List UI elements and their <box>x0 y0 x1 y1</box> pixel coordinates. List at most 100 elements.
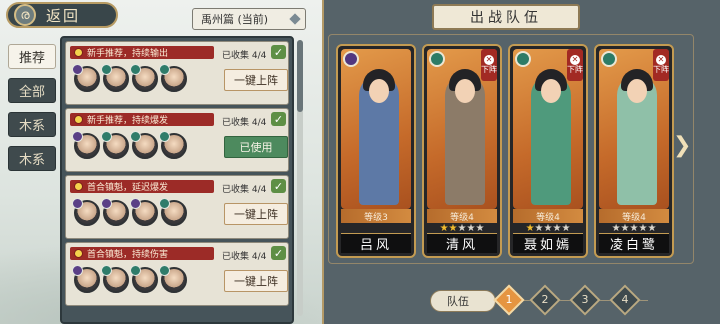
squad-slot-label: 1 <box>505 293 513 306</box>
one-click-deploy-button[interactable]: 一键上阵 <box>224 270 288 292</box>
team-members <box>72 265 190 293</box>
remove-hero-button[interactable]: ✕ 下阵 <box>653 49 669 81</box>
hero-name: 聂如嫣 <box>513 233 583 253</box>
squad-label: 队伍 <box>430 290 496 312</box>
element-icon <box>72 131 83 142</box>
team-tag-label: 新手推荐，持续输出 <box>87 49 169 59</box>
hero-avatar[interactable] <box>159 131 187 159</box>
element-icon <box>159 265 170 276</box>
remove-hero-button[interactable]: ✕ 下阵 <box>567 49 583 81</box>
hero-name: 凌白鹭 <box>599 233 669 253</box>
element-icon <box>159 64 170 75</box>
element-icon <box>159 131 170 142</box>
hero-face <box>541 79 561 103</box>
hero-avatar[interactable] <box>72 64 100 92</box>
swirl-back-icon: ര <box>14 4 36 26</box>
hero-avatar[interactable] <box>101 64 129 92</box>
hero-level: 等级4 <box>427 209 497 223</box>
element-icon <box>130 265 141 276</box>
collected-count: 已收集 4/4 <box>222 51 267 61</box>
one-click-deploy-button[interactable]: 一键上阵 <box>224 203 288 225</box>
hero-avatar[interactable] <box>130 131 158 159</box>
check-icon: ✓ <box>271 45 286 59</box>
team-tag: 首合镇魁，持续伤害 <box>70 247 214 260</box>
collected-count: 已收集 4/4 <box>222 118 267 128</box>
element-icon <box>159 198 170 209</box>
hero-avatar[interactable] <box>72 131 100 159</box>
team-tag: 首合镇魁，延迟爆发 <box>70 180 214 193</box>
hero-card[interactable]: ✕ 下阵 等级4 ★ ★ ★ ★ ★ 凌白鹭 <box>594 44 674 258</box>
diamond-icon <box>289 13 301 25</box>
hero-card[interactable]: ✕ 下阵 等级4 ★ ★ ★ ★ ★ 聂如嫣 <box>508 44 588 258</box>
hero-avatar[interactable] <box>101 131 129 159</box>
one-click-deploy-button[interactable]: 一键上阵 <box>224 69 288 91</box>
back-button[interactable]: ര 返回 <box>6 2 118 28</box>
hero-avatar[interactable] <box>130 64 158 92</box>
chevron-right-icon[interactable]: ❯ <box>673 133 691 158</box>
hero-card[interactable]: ✕ 下阵 等级4 ★ ★ ★ ★ ★ 清风 <box>422 44 502 258</box>
element-icon <box>101 131 112 142</box>
gem-icon <box>74 249 83 258</box>
remove-label: 下阵 <box>481 65 497 75</box>
hero-avatar[interactable] <box>72 265 100 293</box>
team-card: 新手推荐，持续爆发 已收集 4/4 ✓ 已使用 <box>65 108 289 172</box>
hero-avatar[interactable] <box>101 265 129 293</box>
close-icon: ✕ <box>484 54 494 66</box>
yin-yang-element-icon <box>343 51 359 67</box>
element-icon <box>101 198 112 209</box>
team-list: 新手推荐，持续输出 已收集 4/4 ✓ 一键上阵 新手推荐，持续爆发 已收集 4… <box>60 36 294 324</box>
squad-slot-label: 4 <box>621 293 629 306</box>
squad-slot-2[interactable]: 2 <box>529 284 561 316</box>
remove-hero-button[interactable]: ✕ 下阵 <box>481 49 497 81</box>
gem-icon <box>74 115 83 124</box>
hero-avatar[interactable] <box>159 198 187 226</box>
hero-level: 等级4 <box>599 209 669 223</box>
squad-slot-label: 3 <box>581 293 589 306</box>
scrollbar-thumb[interactable] <box>297 40 303 112</box>
element-icon <box>101 64 112 75</box>
hero-avatar[interactable] <box>130 198 158 226</box>
team-tag-label: 首合镇魁，延迟爆发 <box>87 183 169 193</box>
squad-slot-4[interactable]: 4 <box>609 284 641 316</box>
hero-avatar[interactable] <box>159 64 187 92</box>
element-icon <box>72 265 83 276</box>
element-icon <box>130 131 141 142</box>
tab-all[interactable]: 全部 <box>8 78 56 103</box>
element-icon <box>72 198 83 209</box>
team-tag: 新手推荐，持续爆发 <box>70 113 214 126</box>
gem-icon <box>74 182 83 191</box>
hero-card[interactable]: 等级3 吕风 <box>336 44 416 258</box>
team-tag-label: 新手推荐，持续爆发 <box>87 116 169 126</box>
remove-label: 下阵 <box>567 65 583 75</box>
chapter-selector[interactable]: 禹州篇 (当前) <box>192 8 306 30</box>
hero-portrait <box>341 49 411 209</box>
list-scrollbar[interactable] <box>297 40 303 316</box>
collected-count: 已收集 4/4 <box>222 185 267 195</box>
hero-level: 等级3 <box>341 209 411 223</box>
element-icon <box>130 64 141 75</box>
team-card: 首合镇魁，延迟爆发 已收集 4/4 ✓ 一键上阵 <box>65 175 289 239</box>
hero-avatar[interactable] <box>101 198 129 226</box>
check-icon: ✓ <box>271 179 286 193</box>
team-members <box>72 198 190 226</box>
squad-slot-label: 2 <box>541 293 549 306</box>
hero-avatar[interactable] <box>159 265 187 293</box>
squad-slot-3[interactable]: 3 <box>569 284 601 316</box>
hero-level: 等级4 <box>513 209 583 223</box>
squad-slot-1[interactable]: 1 <box>493 284 525 316</box>
hero-avatar[interactable] <box>130 265 158 293</box>
hero-avatar[interactable] <box>72 198 100 226</box>
used-button[interactable]: 已使用 <box>224 136 288 158</box>
team-tag: 新手推荐，持续输出 <box>70 46 214 59</box>
close-icon: ✕ <box>656 54 666 66</box>
wood-element-icon <box>515 51 531 67</box>
tab-wood-1[interactable]: 木系 <box>8 112 56 137</box>
wood-element-icon <box>601 51 617 67</box>
team-members <box>72 131 190 159</box>
hero-face <box>455 79 475 103</box>
check-icon: ✓ <box>271 246 286 260</box>
lineup-title: 出战队伍 <box>432 4 580 30</box>
team-tag-label: 首合镇魁，持续伤害 <box>87 250 169 260</box>
tab-wood-2[interactable]: 木系 <box>8 146 56 171</box>
tab-recommended[interactable]: 推荐 <box>8 44 56 69</box>
